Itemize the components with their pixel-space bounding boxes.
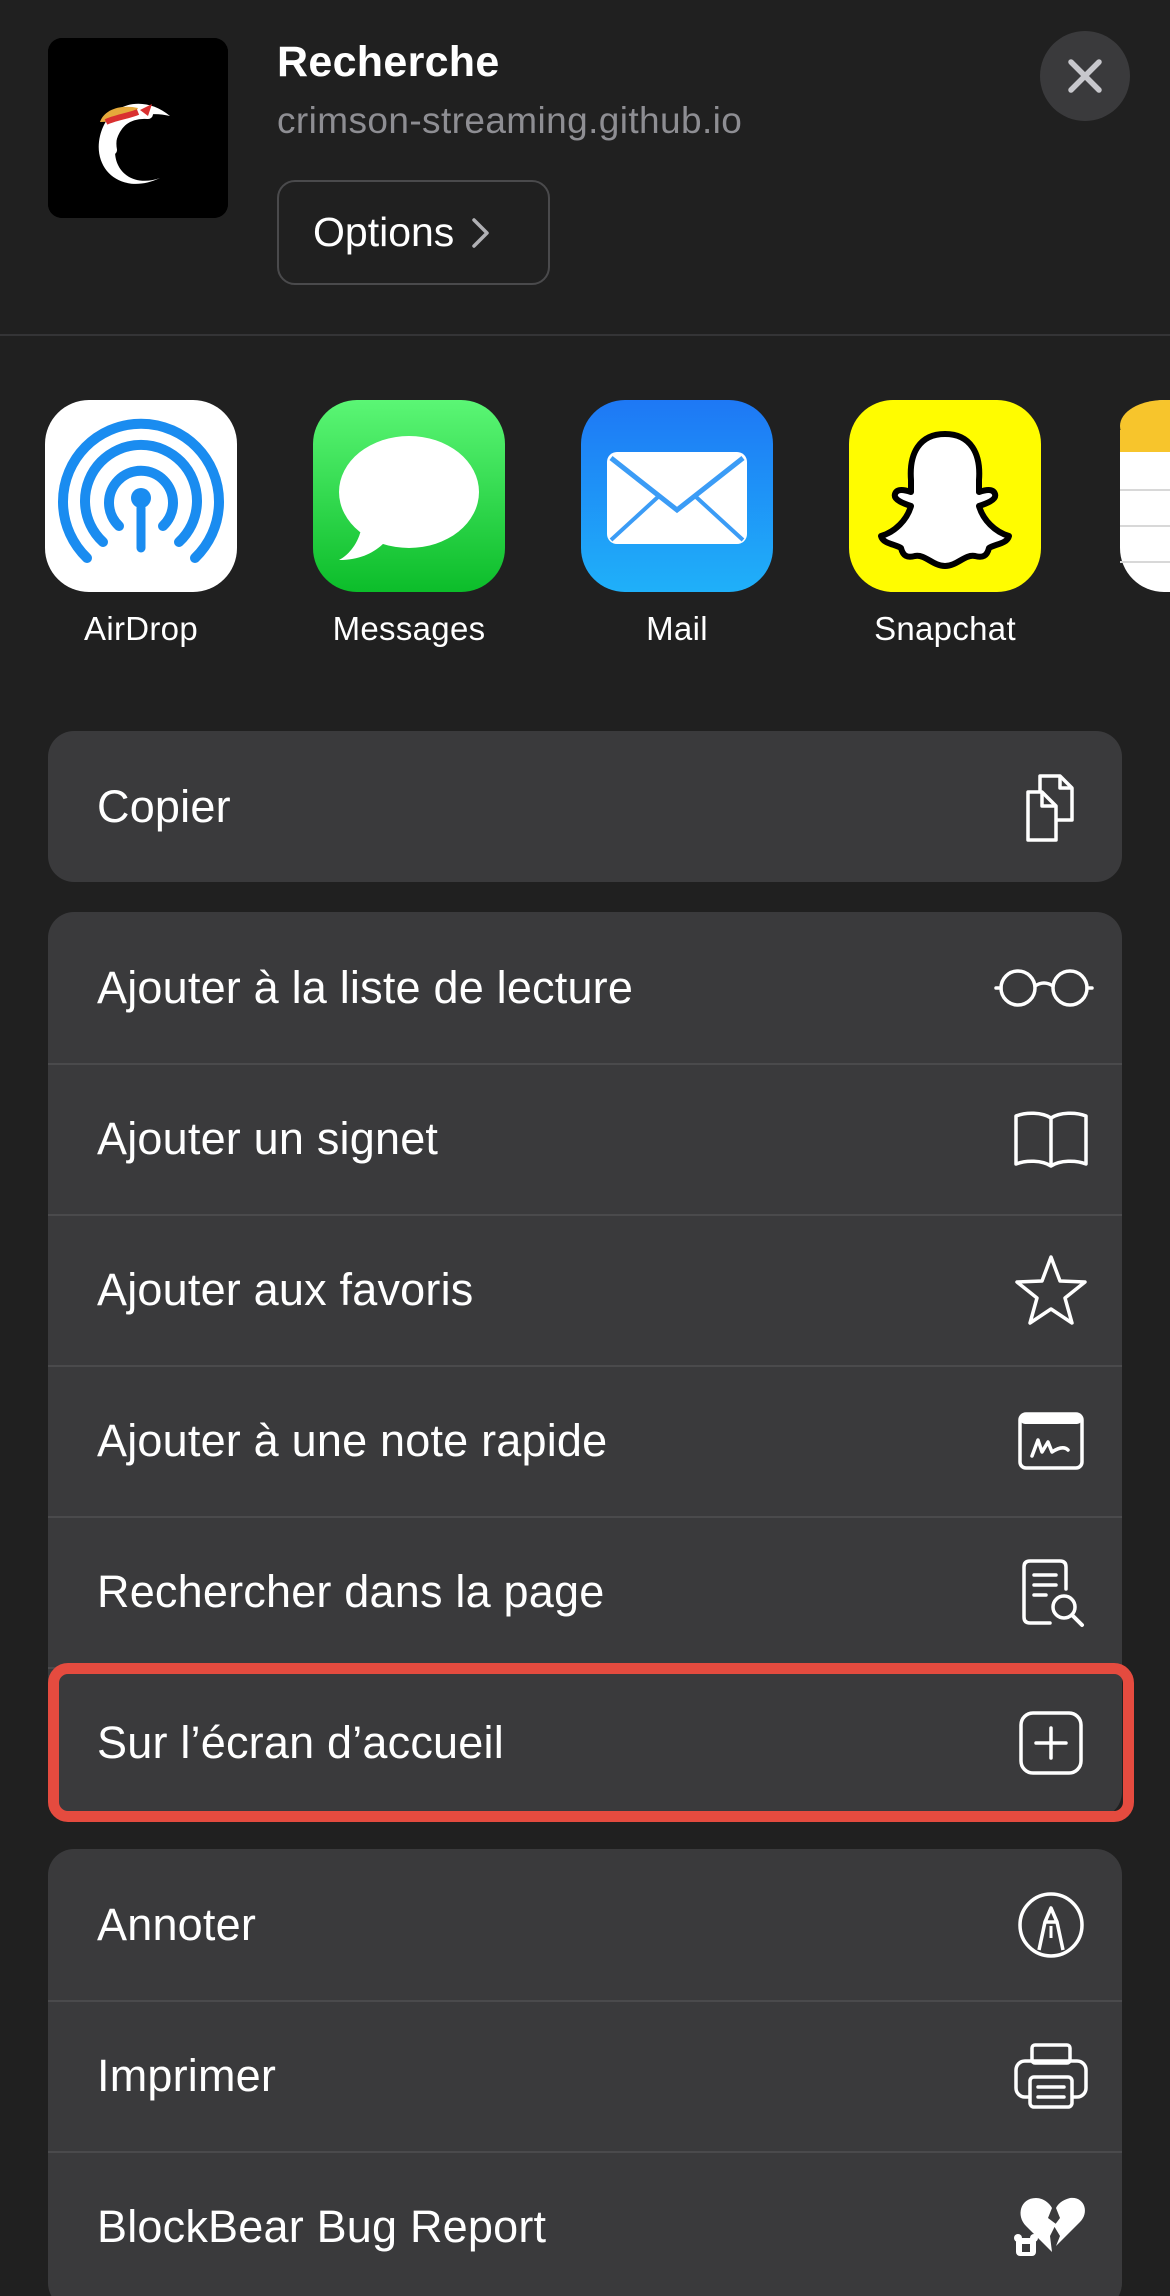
action-label: Ajouter aux favoris — [97, 1263, 474, 1315]
printer-icon — [1012, 2037, 1090, 2115]
messages-icon — [313, 400, 505, 592]
share-app-label: Mail — [646, 610, 708, 647]
airdrop-icon — [45, 400, 237, 592]
action-print[interactable]: Imprimer — [48, 2000, 1122, 2151]
share-sheet-header: Recherche crimson-streaming.github.io Op… — [0, 0, 1170, 336]
page-url: crimson-streaming.github.io — [277, 100, 743, 141]
book-icon — [1012, 1100, 1090, 1178]
star-icon — [1012, 1251, 1090, 1329]
action-add-to-home-screen[interactable]: Sur l’écran d’accueil — [48, 1667, 1122, 1818]
notes-icon — [1120, 400, 1170, 592]
action-label: Ajouter à une note rapide — [97, 1414, 608, 1466]
copy-icon — [1012, 768, 1090, 846]
action-label: Ajouter un signet — [97, 1112, 439, 1164]
share-app-label: AirDrop — [84, 610, 198, 647]
action-label: Sur l’écran d’accueil — [97, 1716, 504, 1768]
crimson-logo-icon — [48, 38, 228, 218]
share-app-label: Messages — [332, 610, 486, 647]
page-title: Recherche — [277, 38, 500, 86]
share-app-airdrop[interactable]: AirDrop — [21, 400, 261, 660]
action-favorites[interactable]: Ajouter aux favoris — [48, 1214, 1122, 1365]
find-in-page-icon — [1012, 1553, 1090, 1631]
action-quick-note[interactable]: Ajouter à une note rapide — [48, 1365, 1122, 1516]
share-app-notes[interactable] — [1120, 400, 1170, 592]
actions-group-copy: Copier — [48, 731, 1122, 882]
actions-group-main: Ajouter à la liste de lecture Ajouter un… — [48, 912, 1122, 1818]
quick-note-icon — [1012, 1402, 1090, 1480]
action-label: BlockBear Bug Report — [97, 2200, 547, 2252]
action-label: Copier — [97, 780, 231, 832]
chevron-right-icon — [472, 217, 490, 248]
mail-icon — [581, 400, 773, 592]
action-reading-list[interactable]: Ajouter à la liste de lecture — [48, 912, 1122, 1063]
close-button[interactable] — [1040, 31, 1130, 121]
snapchat-icon — [849, 400, 1041, 592]
share-app-snapchat[interactable]: Snapchat — [825, 400, 1065, 660]
share-app-messages[interactable]: Messages — [289, 400, 529, 660]
action-label: Annoter — [97, 1898, 257, 1950]
close-icon — [1068, 59, 1102, 93]
action-find-in-page[interactable]: Rechercher dans la page — [48, 1516, 1122, 1667]
action-label: Ajouter à la liste de lecture — [97, 961, 634, 1013]
share-app-label: Snapchat — [874, 610, 1016, 647]
action-copy[interactable]: Copier — [48, 731, 1122, 882]
action-bookmark[interactable]: Ajouter un signet — [48, 1063, 1122, 1214]
share-app-mail[interactable]: Mail — [557, 400, 797, 660]
action-blockbear-bug-report[interactable]: BlockBear Bug Report — [48, 2151, 1122, 2296]
add-square-icon — [1012, 1704, 1090, 1782]
action-label: Rechercher dans la page — [97, 1565, 605, 1617]
glasses-icon — [994, 949, 1094, 1027]
options-button[interactable]: Options — [277, 180, 550, 285]
share-apps-row: AirDrop Messages Mail Snapchat — [0, 400, 1170, 660]
options-label: Options — [313, 209, 455, 255]
actions-group-more: Annoter Imprimer BlockBear Bug Report — [48, 1849, 1122, 2296]
action-label: Imprimer — [97, 2049, 277, 2101]
header-divider — [0, 334, 1170, 336]
action-markup[interactable]: Annoter — [48, 1849, 1122, 2000]
broken-heart-bear-icon — [1012, 2188, 1090, 2266]
markup-icon — [1012, 1886, 1090, 1964]
